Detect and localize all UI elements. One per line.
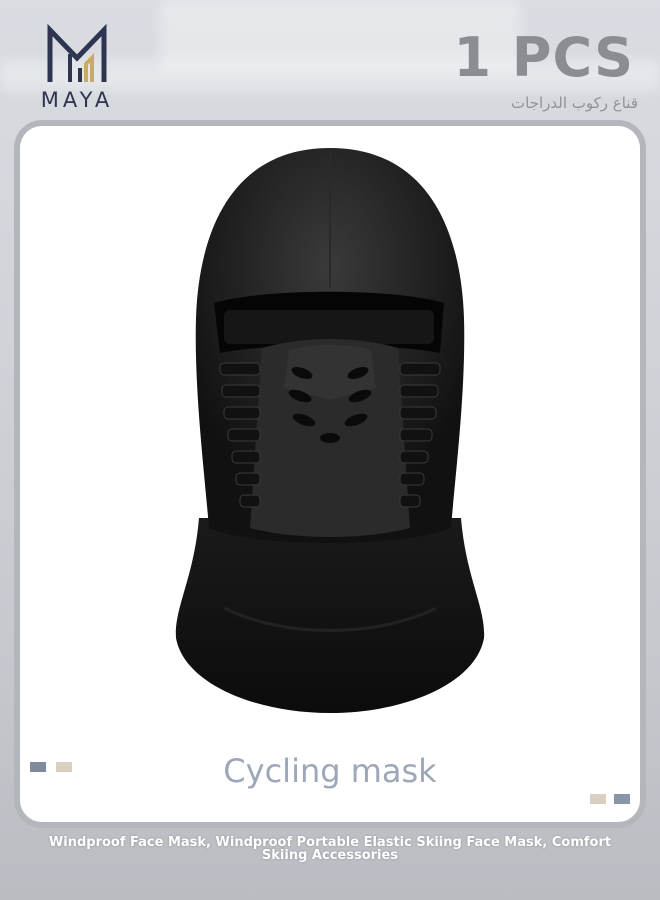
- brand-logo: MAYA: [22, 24, 132, 119]
- quantity-label: 1 PCS: [453, 26, 634, 89]
- product-description: Windproof Face Mask, Windproof Portable …: [48, 835, 612, 863]
- brand-name: MAYA: [40, 88, 114, 112]
- color-swatch-right-2: [614, 794, 630, 804]
- product-image: [24, 138, 636, 728]
- product-caption: Cycling mask: [223, 752, 437, 790]
- maya-logo-icon: [47, 24, 107, 82]
- color-swatch-right-1: [590, 794, 606, 804]
- arabic-subtitle: قناع ركوب الدراجات: [511, 94, 638, 112]
- balaclava-mask-icon: [175, 148, 485, 713]
